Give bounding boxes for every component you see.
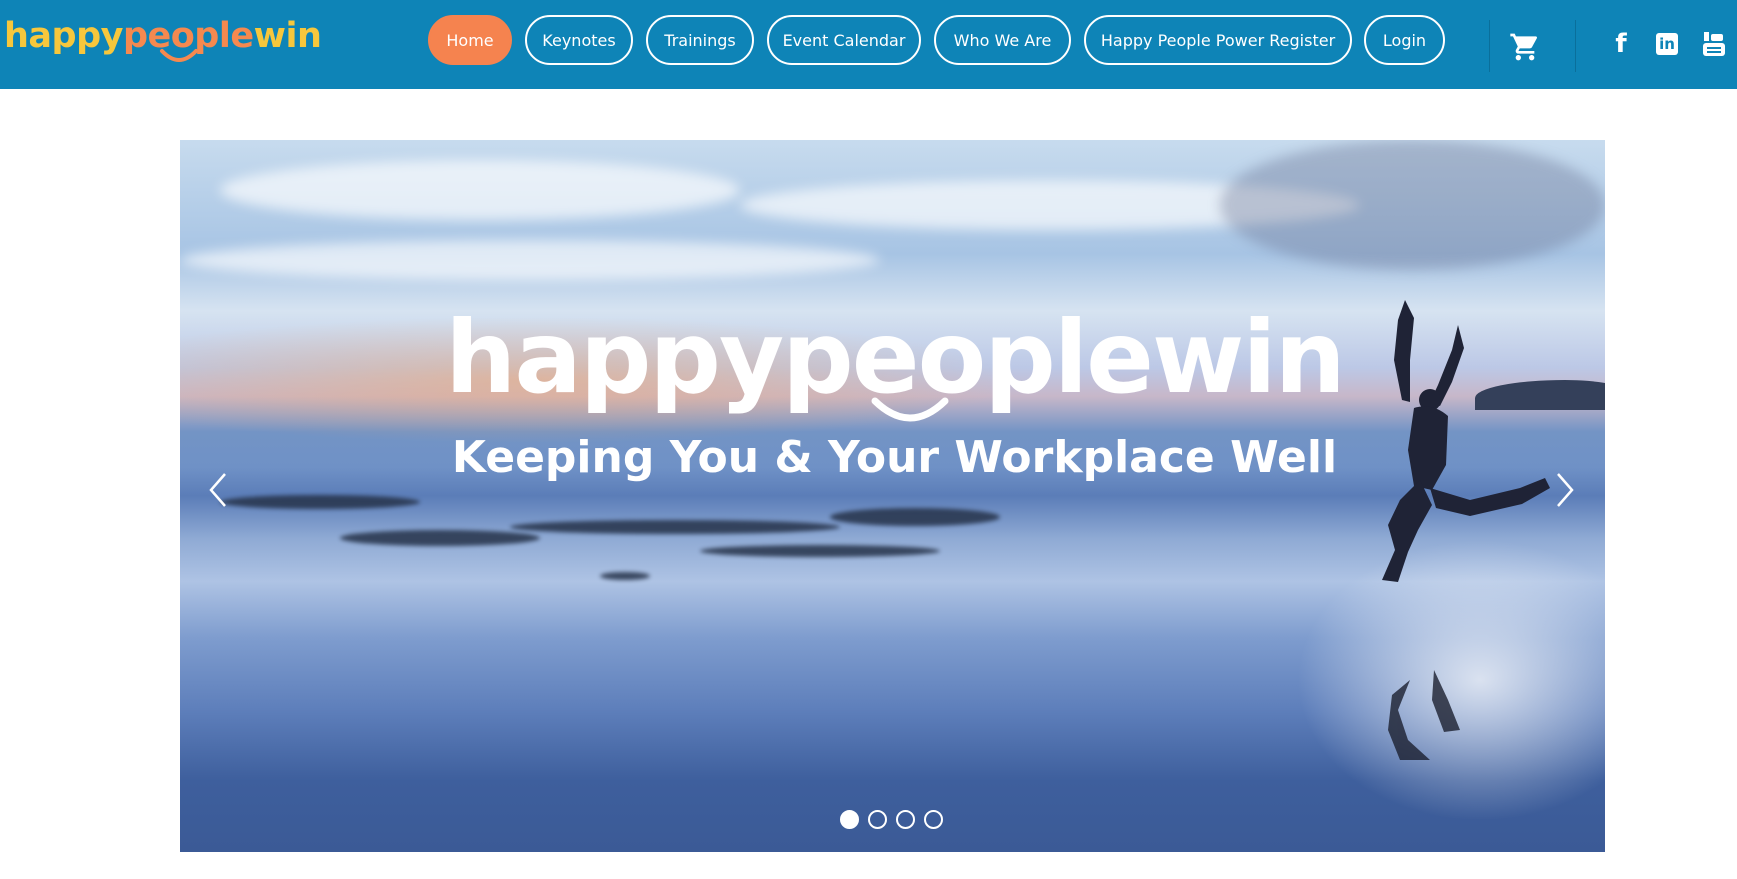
beach-rock <box>220 495 420 509</box>
nav-login[interactable]: Login <box>1364 15 1445 65</box>
slider-dot-3[interactable] <box>896 810 915 829</box>
hero-slider: happypeoplewin Keeping You & Your Workpl… <box>180 140 1605 852</box>
linkedin-icon[interactable]: in <box>1656 33 1678 55</box>
beach-rock <box>340 530 540 546</box>
logo-text-happy: happy <box>4 16 123 56</box>
beach-rock <box>830 508 1000 526</box>
nav-who-we-are[interactable]: Who We Are <box>934 15 1071 65</box>
facebook-icon[interactable]: f <box>1612 29 1630 59</box>
logo-text-people: people <box>123 16 254 62</box>
header-divider <box>1489 20 1490 72</box>
nav-keynotes[interactable]: Keynotes <box>525 15 633 65</box>
nav-event-calendar[interactable]: Event Calendar <box>767 15 921 65</box>
slider-pagination <box>840 810 943 829</box>
jumping-woman-silhouette <box>1382 300 1550 760</box>
header-divider <box>1575 20 1576 72</box>
background-cloud <box>1220 140 1605 270</box>
hero-tagline: Keeping You & Your Workplace Well <box>451 432 1338 483</box>
background-cloud <box>220 160 740 220</box>
logo-smile-icon <box>159 49 198 62</box>
site-logo[interactable]: happypeople win <box>4 14 322 62</box>
beach-rock <box>510 520 840 534</box>
beach-rock <box>700 545 940 557</box>
beach-rock <box>600 572 650 580</box>
cart-icon[interactable] <box>1509 31 1541 63</box>
nav-home[interactable]: Home <box>428 15 512 65</box>
background-cloud <box>180 240 880 280</box>
youtube-icon[interactable] <box>1701 30 1727 58</box>
slider-dot-2[interactable] <box>868 810 887 829</box>
site-header: happypeople win Home Keynotes Trainings E… <box>0 0 1737 89</box>
slider-dot-1[interactable] <box>840 810 859 829</box>
nav-trainings[interactable]: Trainings <box>646 15 754 65</box>
logo-text-win: win <box>253 16 322 56</box>
nav-happy-people-power-register[interactable]: Happy People Power Register <box>1084 15 1352 65</box>
chevron-right-icon[interactable] <box>1550 470 1580 510</box>
slider-dot-4[interactable] <box>924 810 943 829</box>
chevron-left-icon[interactable] <box>203 470 233 510</box>
hero-smile-icon <box>871 397 949 422</box>
